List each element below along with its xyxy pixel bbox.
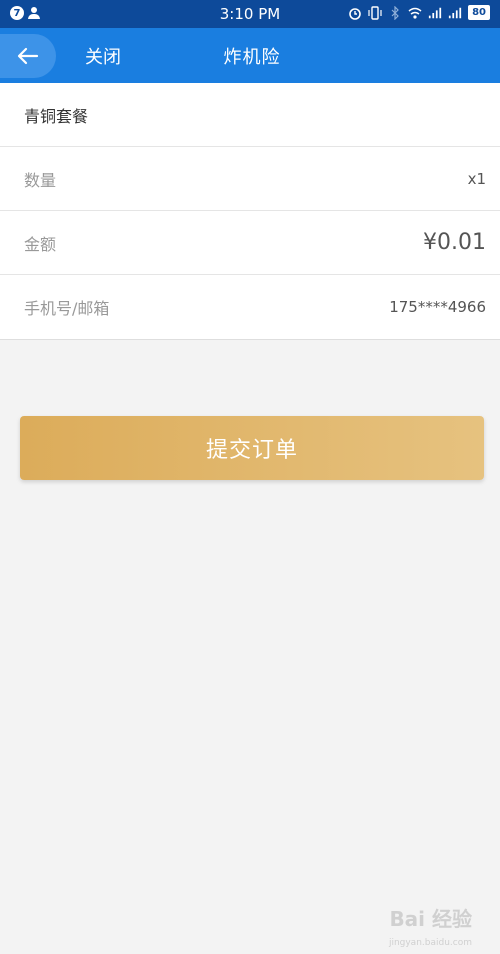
contact-row: 手机号/邮箱 175****4966 [0,275,500,339]
page-title-text: 炸机险 [223,47,281,68]
signal-icon [428,7,442,18]
quantity-value: x1 [467,169,486,188]
notification-badge: 7 [10,6,24,20]
contact-label: 手机号/邮箱 [24,299,110,318]
amount-value: ¥0.01 [423,230,486,255]
wifi-icon [408,7,422,19]
amount-row: 金额 ¥0.01 [0,211,500,275]
signal-2-icon [448,7,462,18]
quantity-label: 数量 [24,170,57,190]
contact-value: 175****4966 [389,298,486,316]
battery-icon: 80 [468,5,490,20]
package-name: 青铜套餐 [24,106,89,126]
vibrate-icon [368,5,382,20]
order-details: 青铜套餐 数量 x1 金额 ¥0.01 手机号/邮箱 175****4966 [0,83,500,340]
watermark: Bai 经验 [389,907,472,931]
status-bar: 7 3:10 PM 80 [0,0,500,28]
package-row: 青铜套餐 [0,83,500,147]
person-icon [28,7,42,19]
submit-order-button[interactable]: 提交订单 [20,416,484,480]
bluetooth-icon [391,5,399,20]
status-left: 7 [10,6,42,20]
status-right: 80 [348,5,490,20]
app-bar: 关闭 炸机险 [0,28,500,83]
page-title: 炸机险 [0,43,500,69]
watermark-url: jingyan.baidu.com [388,938,472,948]
alarm-icon [349,7,361,20]
amount-label: 金额 [24,234,57,254]
quantity-row: 数量 x1 [0,147,500,211]
status-time: 3:10 PM [219,5,281,23]
